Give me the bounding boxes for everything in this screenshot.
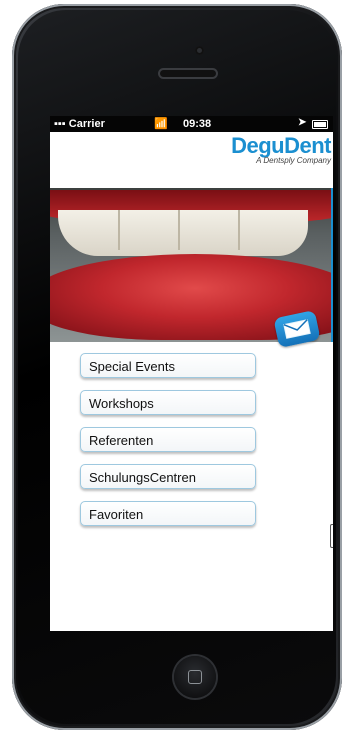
hero-tooth-gap (178, 210, 180, 250)
brand-name: DeguDent (231, 133, 331, 158)
menu-item-special-events[interactable]: Special Events (80, 353, 256, 378)
menu-item-referenten[interactable]: Referenten (80, 427, 256, 452)
menu-item-favoriten[interactable]: Favoriten (80, 501, 256, 526)
hero-tooth-gap (238, 210, 240, 250)
status-time: 09:38 (183, 118, 212, 130)
menu-item-schulungscentren[interactable]: SchulungsCentren (80, 464, 256, 489)
app-screen: ▪▪▪ Carrier 📶 09:38 ➤ DeguDent A Dentspl… (50, 116, 333, 631)
phone-frame: ▪▪▪ Carrier 📶 09:38 ➤ DeguDent A Dentspl… (12, 4, 342, 730)
main-menu: Special Events Workshops Referenten Schu… (80, 353, 260, 538)
carrier-label: ▪▪▪ Carrier (54, 118, 105, 130)
home-button[interactable] (174, 656, 216, 698)
location-arrow-icon: ➤ (298, 117, 307, 128)
envelope-icon (283, 319, 311, 339)
menu-item-workshops[interactable]: Workshops (80, 390, 256, 415)
hero-teeth (58, 210, 308, 256)
status-bar: ▪▪▪ Carrier 📶 09:38 ➤ (50, 116, 333, 132)
battery-icon (312, 120, 328, 129)
hero-tooth-gap (118, 210, 120, 250)
wifi-icon: 📶 (154, 118, 168, 130)
info-icon[interactable] (330, 524, 333, 548)
brand-logo: DeguDent A Dentsply Company (231, 133, 331, 166)
home-square-icon (188, 670, 202, 684)
carrier-text: Carrier (68, 118, 105, 130)
front-camera (195, 46, 204, 55)
earpiece-speaker (160, 70, 216, 77)
